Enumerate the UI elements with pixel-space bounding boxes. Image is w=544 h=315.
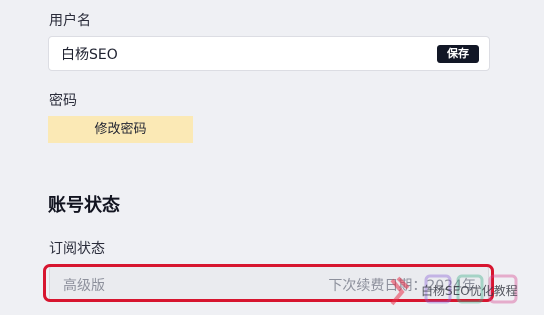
change-password-button[interactable]: 修改密码 — [48, 116, 193, 143]
save-button[interactable]: 保存 — [437, 45, 479, 63]
watermark-text: 白杨SEO优化教程 — [421, 284, 518, 298]
username-input[interactable] — [61, 37, 421, 70]
subscription-status-label: 订阅状态 — [49, 241, 105, 257]
username-label: 用户名 — [49, 13, 91, 29]
username-field-container: 保存 — [48, 36, 490, 71]
account-status-heading: 账号状态 — [48, 195, 120, 216]
password-label: 密码 — [49, 93, 77, 109]
watermark: 白杨SEO优化教程 — [386, 272, 542, 306]
